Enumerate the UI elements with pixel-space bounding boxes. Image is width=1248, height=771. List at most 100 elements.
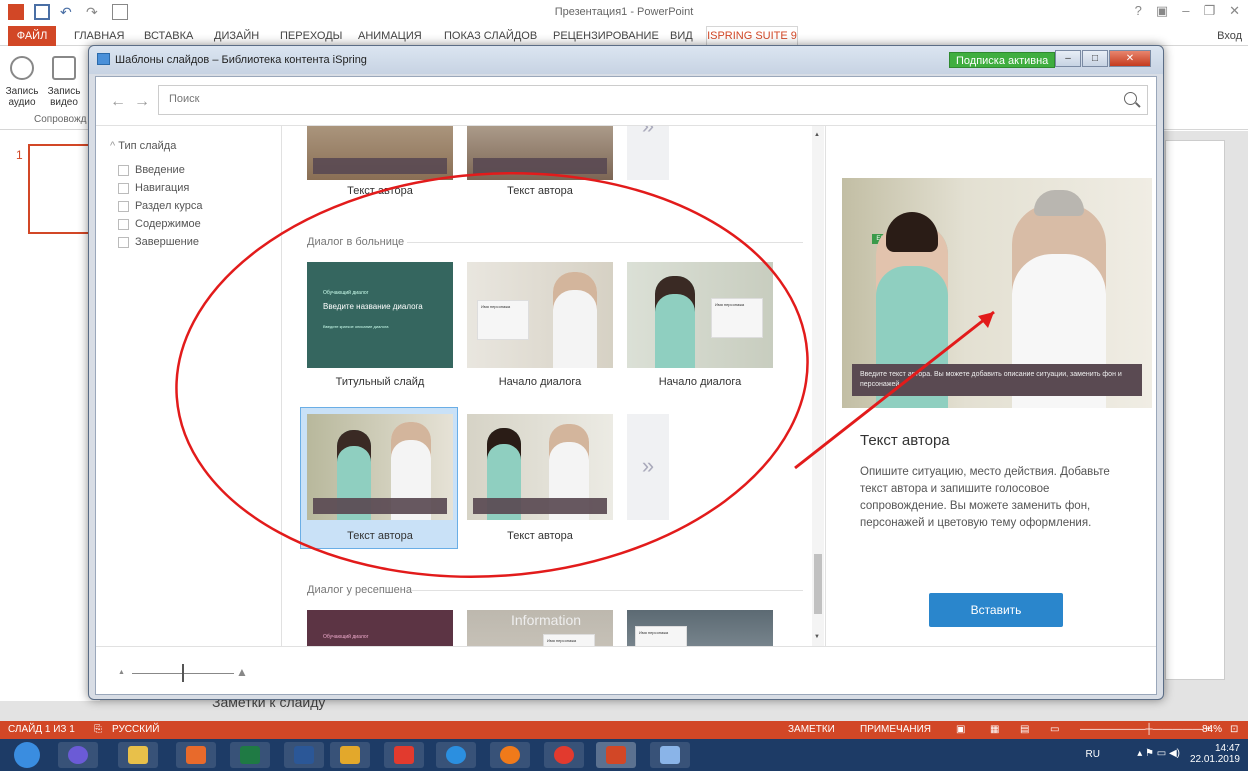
start-button[interactable]: [8, 742, 48, 768]
checkbox[interactable]: [118, 164, 129, 176]
zoom-slider-knob[interactable]: [182, 664, 184, 682]
normal-view-icon[interactable]: ▣: [956, 724, 965, 735]
help-icon[interactable]: ?: [1135, 3, 1142, 19]
more-templates-arrow[interactable]: »: [627, 126, 669, 180]
tab-slideshow[interactable]: ПОКАЗ СЛАЙДОВ: [444, 30, 537, 42]
taskbar-app-1[interactable]: [58, 742, 98, 768]
yandex-browser-icon: [554, 746, 574, 764]
filter-header[interactable]: ^ Тип слайда: [110, 140, 176, 152]
thumbnail-caption-bar: [473, 158, 607, 174]
thumbnail-caption-bar: [473, 498, 607, 514]
search-box[interactable]: [158, 85, 1148, 115]
reading-view-icon[interactable]: ▤: [1020, 724, 1029, 735]
taskbar-ie[interactable]: [436, 742, 476, 768]
filter-header-label: Тип слайда: [118, 140, 177, 152]
filter-item-content[interactable]: Содержимое: [118, 218, 201, 230]
tab-insert[interactable]: ВСТАВКА: [144, 30, 193, 42]
back-arrow-icon[interactable]: ←: [110, 93, 134, 110]
restore-icon[interactable]: ❐: [1203, 3, 1215, 19]
ribbon-display-icon[interactable]: ▣: [1156, 3, 1168, 19]
info-card-title: Имя персонажа: [481, 304, 511, 309]
slide-thumbnail[interactable]: [28, 144, 92, 234]
record-audio-button[interactable]: Запись аудио: [2, 56, 42, 108]
slide-number: 1: [16, 148, 23, 162]
template-thumbnail-dialog-start-doctor[interactable]: Имя персонажа: [467, 262, 613, 368]
close-icon[interactable]: ✕: [1229, 3, 1240, 19]
taskbar-yandex[interactable]: [384, 742, 424, 768]
thumbnail-caption-bar: [313, 498, 447, 514]
taskbar-explorer[interactable]: [118, 742, 158, 768]
template-thumbnail[interactable]: Обучающий диалог: [307, 610, 453, 646]
filter-item-navigation[interactable]: Навигация: [118, 182, 189, 194]
template-thumbnail-author-text[interactable]: [467, 414, 613, 520]
microphone-icon: [10, 56, 34, 80]
dialog-minimize-icon[interactable]: –: [1055, 50, 1081, 67]
dialog-titlebar[interactable]: Шаблоны слайдов – Библиотека контента iS…: [89, 46, 1163, 74]
template-thumbnail[interactable]: [467, 126, 613, 180]
checkbox[interactable]: [118, 200, 129, 212]
slideshow-icon[interactable]: ▭: [1050, 724, 1059, 735]
search-input[interactable]: [169, 93, 1069, 105]
folder-icon: [128, 746, 148, 764]
template-thumbnail[interactable]: Information Имя персонажа: [467, 610, 613, 646]
scroll-down-icon[interactable]: ▼: [814, 634, 820, 640]
dialog-close-icon[interactable]: ✕: [1109, 50, 1151, 67]
tab-transitions[interactable]: ПЕРЕХОДЫ: [280, 30, 342, 42]
taskbar-app-6[interactable]: [330, 742, 370, 768]
tab-view[interactable]: ВИД: [670, 30, 693, 42]
zoom-slider[interactable]: –——————┼————— +: [1080, 724, 1211, 735]
tab-animations[interactable]: АНИМАЦИЯ: [358, 30, 422, 42]
taskbar-word[interactable]: [284, 742, 324, 768]
minimize-icon[interactable]: –: [1182, 3, 1189, 19]
sign-in-link[interactable]: Вход: [1217, 30, 1242, 42]
language-indicator[interactable]: РУССКИЙ: [112, 724, 159, 735]
insert-button[interactable]: Вставить: [929, 593, 1063, 627]
slide-editing-area[interactable]: [1165, 140, 1225, 680]
record-video-button[interactable]: Запись видео: [44, 56, 84, 108]
template-thumbnail-dialog-start-nurse[interactable]: Имя персонажа: [627, 262, 773, 368]
template-thumbnail-title-slide[interactable]: Обучающий диалог Введите название диалог…: [307, 262, 453, 368]
slide-sorter-icon[interactable]: ▦: [990, 724, 999, 735]
fit-slide-icon[interactable]: ⊡: [1230, 724, 1238, 735]
tab-file[interactable]: ФАЙЛ: [8, 26, 56, 46]
taskbar-excel[interactable]: [230, 742, 270, 768]
checkbox[interactable]: [118, 182, 129, 194]
taskbar-yandex-browser[interactable]: [544, 742, 584, 768]
gallery-scrollbar[interactable]: ▲ ▼: [812, 126, 824, 646]
tab-home[interactable]: ГЛАВНАЯ: [74, 30, 124, 42]
scroll-up-icon[interactable]: ▲: [814, 132, 820, 138]
taskbar-app-3[interactable]: [176, 742, 216, 768]
filter-item-intro[interactable]: Введение: [118, 164, 185, 176]
template-thumbnail[interactable]: Имя персонажа: [627, 610, 773, 646]
tab-ispring-suite[interactable]: ISPRING SUITE 9: [706, 26, 798, 46]
comments-toggle[interactable]: ПРИМЕЧАНИЯ: [860, 724, 931, 735]
section-title-hospital: Диалог в больнице: [307, 236, 405, 248]
template-thumbnail[interactable]: [307, 126, 453, 180]
thumbnail-caption-bar: [313, 158, 447, 174]
tab-review[interactable]: РЕЦЕНЗИРОВАНИЕ: [553, 30, 659, 42]
more-templates-arrow[interactable]: »: [627, 414, 669, 520]
checkbox[interactable]: [118, 218, 129, 230]
taskbar-powerpoint[interactable]: [596, 742, 636, 768]
filter-item-completion[interactable]: Завершение: [118, 236, 199, 248]
spellcheck-icon[interactable]: ⎘: [94, 724, 102, 735]
notes-toggle[interactable]: ЗАМЕТКИ: [788, 724, 835, 735]
filter-pane: ^ Тип слайда Введение Навигация Раздел к…: [96, 126, 282, 646]
scrollbar-thumb[interactable]: [814, 554, 822, 614]
template-thumbnail-author-text-selected[interactable]: [307, 414, 453, 520]
tray-icons[interactable]: ▴ ⚑ ▭ ◀): [1137, 748, 1180, 759]
taskbar-ispring-dialog[interactable]: [650, 742, 690, 768]
yandex-icon: [394, 746, 414, 764]
input-language[interactable]: RU: [1086, 749, 1100, 760]
checkbox[interactable]: [118, 236, 129, 248]
tab-design[interactable]: ДИЗАЙН: [214, 30, 259, 42]
zoom-in-icon[interactable]: ▲: [236, 665, 248, 679]
forward-arrow-icon[interactable]: →: [134, 93, 158, 110]
zoom-out-icon[interactable]: ▲: [118, 669, 125, 676]
taskbar-firefox[interactable]: [490, 742, 530, 768]
search-icon[interactable]: [1124, 92, 1137, 105]
dialog-maximize-icon[interactable]: □: [1082, 50, 1108, 67]
zoom-level[interactable]: 84%: [1202, 724, 1222, 735]
filter-item-course-section[interactable]: Раздел курса: [118, 200, 202, 212]
filter-item-label: Введение: [135, 164, 185, 176]
